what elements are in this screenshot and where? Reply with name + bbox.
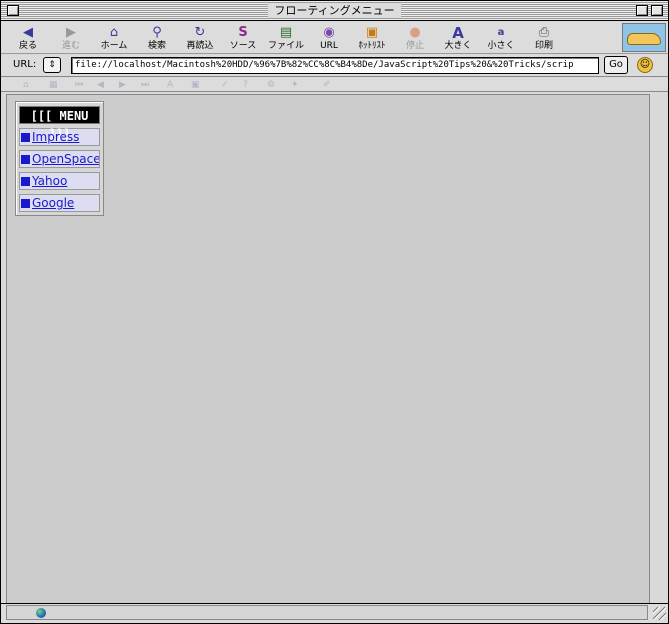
- bullet-square-icon: [21, 177, 30, 186]
- go-button[interactable]: Go: [604, 56, 628, 74]
- vertical-scrollbar[interactable]: [649, 94, 665, 603]
- menu-item-openspace[interactable]: OpenSpace: [19, 150, 100, 168]
- disabled-prev-icon: ◀: [97, 80, 104, 90]
- floating-menu: [[[ MENU ]]] Impress OpenSpace Yahoo Goo…: [15, 101, 104, 216]
- globe-icon: [36, 608, 46, 618]
- disabled-help-icon: ?: [243, 80, 248, 90]
- address-bar: URL: ⇕ file://localhost/Macintosh%20HDD/…: [1, 55, 668, 77]
- menu-item-yahoo[interactable]: Yahoo: [19, 172, 100, 190]
- url-field[interactable]: file://localhost/Macintosh%20HDD/%96%7B%…: [71, 57, 599, 74]
- menu-item-google[interactable]: Google: [19, 194, 100, 212]
- title-bar[interactable]: フローティングメニュー: [1, 1, 668, 21]
- disabled-font-icon: A: [167, 80, 174, 90]
- url-label: URL:: [13, 59, 37, 70]
- personal-toolbar: ⌂ ▦ ⏮ ◀ ▶ ⏭ A ▣ ✓ ? ⚙ ✦ ✐: [1, 78, 668, 92]
- disabled-home-icon: ⌂: [23, 80, 29, 90]
- status-field: [6, 605, 648, 620]
- smiley-icon[interactable]: ☺: [637, 57, 653, 73]
- disabled-image-icon: ▣: [191, 80, 200, 90]
- resize-grip[interactable]: [653, 607, 666, 620]
- disabled-first-icon: ⏮: [75, 80, 84, 90]
- disabled-next-icon: ▶: [119, 80, 126, 90]
- print-button[interactable]: ⎙ 印刷: [519, 23, 569, 54]
- print-icon: ⎙: [538, 25, 550, 40]
- bullet-square-icon: [21, 133, 30, 142]
- disabled-last-icon: ⏭: [141, 80, 150, 90]
- browser-window: フローティングメニュー ◀ 戻る ▶ 進む ⌂ ホーム ⚲ 検索 ↻ 再読込 S…: [0, 0, 669, 624]
- menu-title: [[[ MENU ]]]: [19, 106, 100, 141]
- bullet-square-icon: [21, 155, 30, 164]
- car-logo-icon: [627, 33, 661, 45]
- browser-logo: [622, 23, 666, 52]
- disabled-grid-icon: ▦: [49, 80, 58, 90]
- popup-arrows-icon: ⇕: [48, 60, 56, 70]
- menu-item-impress[interactable]: Impress: [19, 128, 100, 146]
- disabled-bookmark-icon: ✐: [323, 80, 331, 90]
- status-bar: [1, 603, 668, 623]
- window-title: フローティングメニュー: [268, 3, 401, 18]
- zoom-box[interactable]: [636, 5, 648, 16]
- disabled-gear-icon: ⚙: [267, 80, 276, 90]
- bullet-square-icon: [21, 199, 30, 208]
- disabled-check-icon: ✓: [221, 80, 229, 90]
- collapse-box[interactable]: [651, 5, 663, 16]
- toolbar: ◀ 戻る ▶ 進む ⌂ ホーム ⚲ 検索 ↻ 再読込 S ソース ▤ ファイル …: [1, 22, 668, 54]
- disabled-settings-icon: ✦: [291, 80, 299, 90]
- url-history-popup[interactable]: ⇕: [43, 57, 61, 73]
- page-content: [[[ MENU ]]] Impress OpenSpace Yahoo Goo…: [6, 94, 649, 603]
